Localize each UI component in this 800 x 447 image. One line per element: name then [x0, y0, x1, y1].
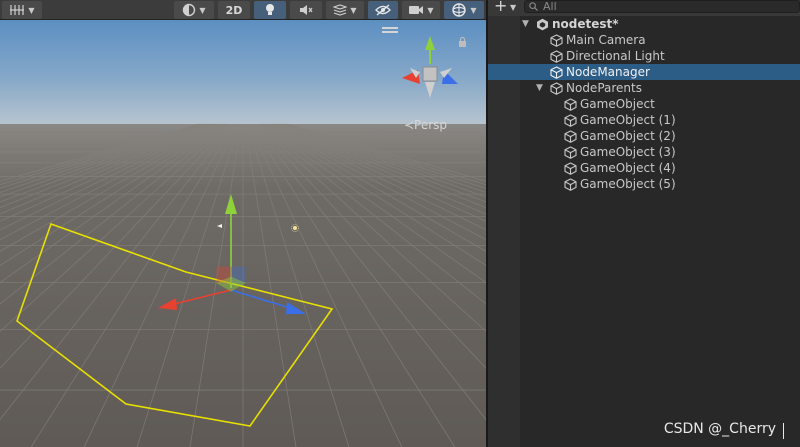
- hierarchy-item-label: GameObject (3): [580, 145, 676, 159]
- gameobject-cube-icon: [564, 114, 577, 127]
- hierarchy-item[interactable]: ▼ NodeParents: [488, 80, 800, 96]
- scene-view[interactable]: ▼ ▼ 2D ▼ ▼ ▼ ≺Persp: [0, 0, 486, 447]
- hierarchy-item[interactable]: GameObject (5): [488, 176, 800, 192]
- scene-options-menu-icon[interactable]: [382, 27, 398, 35]
- hierarchy-item[interactable]: Directional Light: [488, 48, 800, 64]
- hierarchy-item[interactable]: GameObject (3): [488, 144, 800, 160]
- search-icon: [529, 2, 538, 11]
- grid-snap-button[interactable]: ▼: [2, 1, 42, 19]
- hierarchy-item-label: GameObject: [580, 97, 655, 111]
- lighting-toggle-button[interactable]: [254, 1, 286, 19]
- grid-snap-icon: [10, 5, 25, 15]
- effects-button[interactable]: ▼: [326, 1, 364, 19]
- chevron-down-icon: ▼: [28, 5, 35, 15]
- scene-visibility-button[interactable]: [368, 1, 398, 19]
- hierarchy-item-label: GameObject (2): [580, 129, 676, 143]
- gameobject-cube-icon: [550, 82, 563, 95]
- hierarchy-item[interactable]: GameObject (4): [488, 160, 800, 176]
- hierarchy-panel: + ▼ ▼ nodetest* Main Camera Directional Lig…: [488, 0, 800, 447]
- gameobject-cube-icon: [550, 50, 563, 63]
- hierarchy-tree: ▼ nodetest* Main Camera Directional Light No…: [488, 16, 800, 192]
- hierarchy-item[interactable]: NodeManager: [488, 64, 800, 80]
- add-object-button[interactable]: +: [494, 0, 507, 14]
- hierarchy-item-label: Main Camera: [566, 33, 646, 47]
- effects-icon: [333, 4, 348, 16]
- unity-scene-icon: [537, 18, 548, 31]
- chevron-down-icon: ▼: [350, 5, 357, 15]
- mode-2d-button[interactable]: 2D: [218, 1, 250, 19]
- expand-arrow-icon[interactable]: ▼: [522, 16, 529, 32]
- shading-mode-icon: [183, 3, 196, 17]
- gameobject-cube-icon: [564, 98, 577, 111]
- camera-button[interactable]: ▼: [402, 1, 440, 19]
- lock-icon[interactable]: [458, 37, 467, 47]
- shading-mode-button[interactable]: ▼: [174, 1, 214, 19]
- chevron-down-icon: ▼: [427, 5, 434, 15]
- hierarchy-item[interactable]: GameObject (1): [488, 112, 800, 128]
- scene-root-item[interactable]: ▼ nodetest*: [488, 16, 800, 32]
- gameobject-cube-icon: [564, 146, 577, 159]
- search-box[interactable]: [524, 0, 800, 13]
- gameobject-cube-icon: [550, 34, 563, 47]
- hierarchy-item-label: NodeManager: [566, 65, 650, 79]
- camera-icon: [409, 6, 424, 14]
- chevron-down-icon: ▼: [470, 5, 477, 15]
- hierarchy-item[interactable]: GameObject (2): [488, 128, 800, 144]
- hierarchy-item[interactable]: Main Camera: [488, 32, 800, 48]
- gameobject-cube-icon: [550, 66, 563, 79]
- text-cursor: [783, 423, 784, 439]
- audio-mute-button[interactable]: [290, 1, 322, 19]
- hierarchy-item-label: GameObject (1): [580, 113, 676, 127]
- projection-toggle[interactable]: ≺Persp: [404, 118, 447, 132]
- search-input[interactable]: [543, 0, 793, 13]
- hierarchy-item-label: GameObject (4): [580, 161, 676, 175]
- chevron-down-icon: ▼: [199, 5, 206, 15]
- scene-visibility-icon: [375, 4, 391, 16]
- scene-toolbar: ▼ ▼ 2D ▼ ▼ ▼: [0, 0, 486, 20]
- hierarchy-item-label: GameObject (5): [580, 177, 676, 191]
- hierarchy-item-label: nodetest*: [552, 17, 619, 31]
- hierarchy-item[interactable]: GameObject: [488, 96, 800, 112]
- expand-arrow-icon[interactable]: ▼: [536, 80, 543, 96]
- chevron-down-icon[interactable]: ▼: [510, 3, 516, 12]
- scene-viewport[interactable]: [0, 20, 486, 447]
- gameobject-cube-icon: [564, 162, 577, 175]
- hierarchy-item-label: NodeParents: [566, 81, 642, 95]
- watermark-text: CSDN @_Cherry: [663, 421, 776, 437]
- hierarchy-item-label: Directional Light: [566, 49, 665, 63]
- lighting-toggle-icon: [266, 4, 274, 15]
- hierarchy-toolbar: + ▼: [488, 0, 800, 16]
- gameobject-cube-icon: [564, 178, 577, 191]
- gizmos-icon: [452, 3, 467, 17]
- gameobject-cube-icon: [564, 130, 577, 143]
- audio-mute-icon: [300, 5, 313, 15]
- gizmos-button[interactable]: ▼: [444, 1, 484, 19]
